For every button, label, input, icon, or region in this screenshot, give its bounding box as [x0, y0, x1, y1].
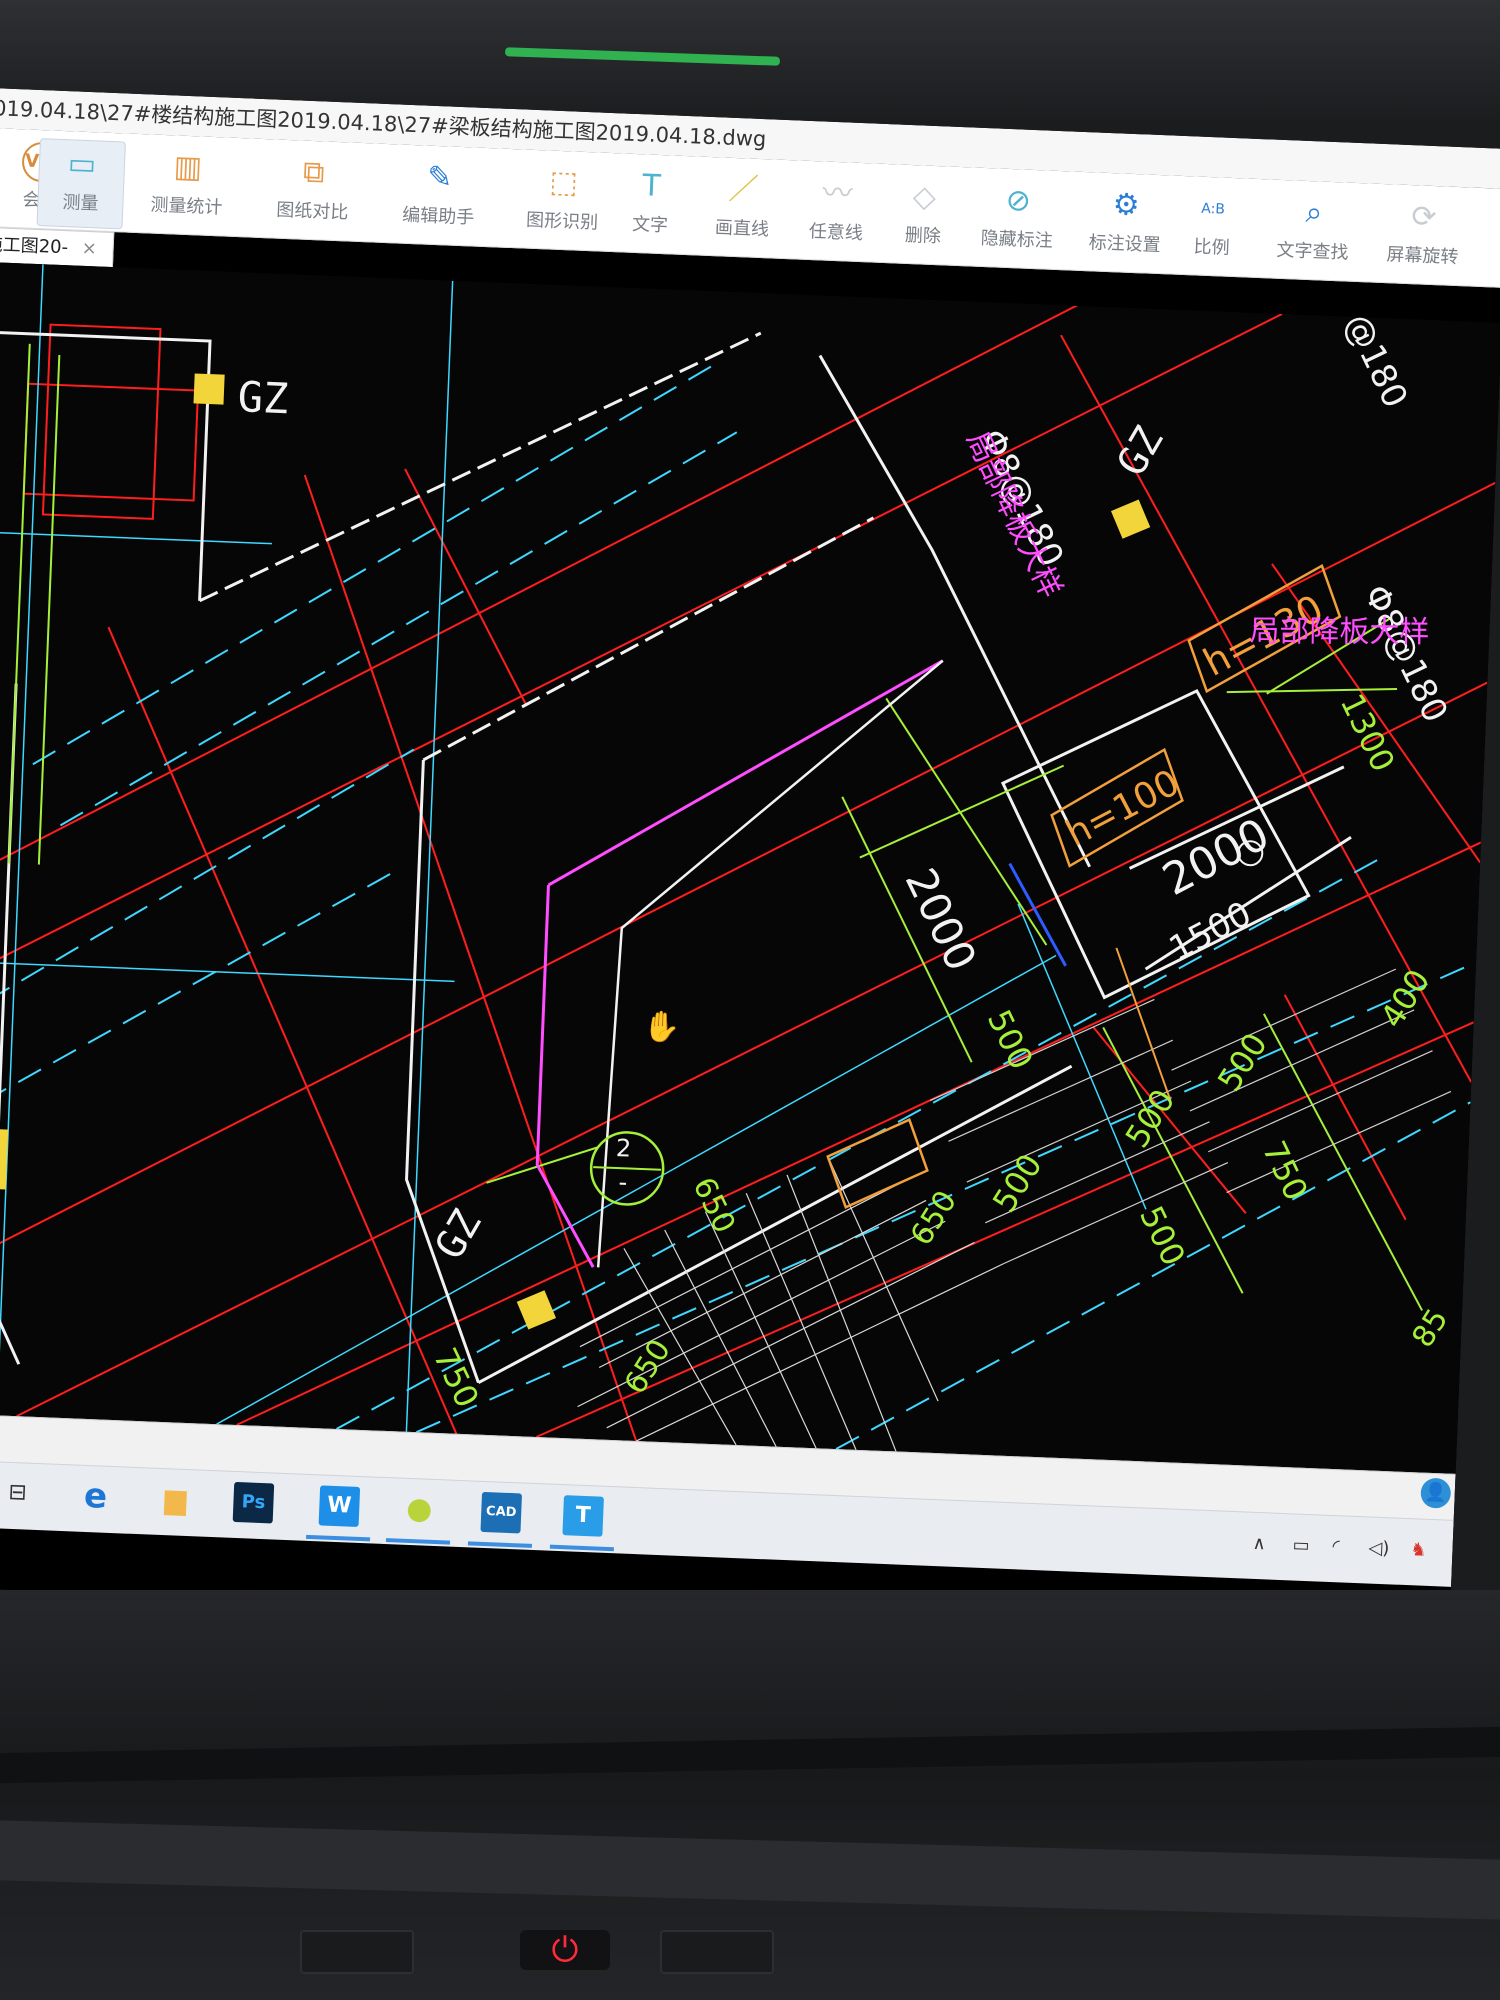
battery-icon[interactable]: ▭ — [1292, 1534, 1310, 1556]
opening-outline-magenta — [535, 884, 595, 1268]
wifi-icon[interactable]: ◜ — [1332, 1536, 1340, 1557]
drawing-canvas[interactable]: GZ GZ GZ Φ8@180 Φ8@180 @180 h=130 h=100 … — [0, 261, 1500, 1474]
toolbar-label: 测量 — [62, 192, 99, 215]
cad-drawing — [0, 261, 1496, 1452]
free-line-button[interactable]: 〰 任意线 — [790, 168, 883, 258]
keyboard-key — [660, 1930, 774, 1974]
gz-label: GZ — [236, 372, 290, 424]
section-sub: - — [618, 1168, 628, 1197]
toolbar-label: 画直线 — [714, 217, 770, 241]
hide-annotation-icon: ⊘ — [1005, 182, 1032, 219]
toolbar-label: 文字查找 — [1276, 239, 1349, 264]
hand-pan-cursor-icon: ✋ — [642, 1008, 681, 1046]
scale-button[interactable]: A:B 比例 — [1176, 184, 1249, 273]
measure-button[interactable]: ▭ 测量 — [36, 138, 126, 230]
eraser-icon: ◇ — [912, 179, 937, 216]
task-view-icon[interactable]: ⊟ — [0, 1472, 38, 1514]
text-search-icon: ⌕ — [1304, 194, 1324, 231]
camera-indicator-light — [504, 47, 781, 66]
measure-stats-icon: ▥ — [173, 149, 203, 186]
toolbar-label: 测量统计 — [150, 194, 223, 219]
rotate-screen-button[interactable]: ⟳ 屏幕旋转 — [1372, 192, 1475, 282]
wps-icon[interactable]: W — [318, 1485, 361, 1527]
edit-assistant-button[interactable]: ✎ 编辑助手 — [382, 152, 495, 242]
ball-app-icon[interactable]: ● — [399, 1489, 441, 1531]
beam-lines-red — [0, 261, 1496, 1442]
opening-edge-white — [596, 659, 944, 1268]
edge-icon[interactable]: e — [75, 1476, 117, 1518]
gz-columns — [0, 373, 1151, 1330]
opening-edge-magenta — [547, 659, 944, 887]
assistant-icon[interactable]: 👤 — [1420, 1477, 1452, 1509]
text-search-button[interactable]: ⌕ 文字查找 — [1262, 187, 1365, 277]
shape-recognize-button[interactable]: ⬚ 图形识别 — [506, 157, 619, 247]
volume-icon[interactable]: ◁) — [1368, 1538, 1390, 1560]
toolbar-label: 删除 — [904, 224, 942, 248]
document-tab-label: 施工图20- — [0, 233, 69, 259]
compare-drawings-button[interactable]: ⧉ 图纸对比 — [256, 147, 369, 237]
text-icon: T — [641, 168, 662, 204]
toolbar-label: 文字 — [631, 213, 669, 237]
annotation-settings-button[interactable]: ⚙ 标注设置 — [1074, 180, 1177, 270]
keyboard-key — [300, 1930, 414, 1974]
toolbar-label: 标注设置 — [1088, 232, 1162, 257]
photoshop-icon[interactable]: Ps — [232, 1481, 275, 1524]
toolbar-label: 图形识别 — [525, 209, 599, 234]
rotate-screen-icon: ⟳ — [1410, 199, 1438, 236]
ruler-icon: ▭ — [67, 146, 97, 183]
delete-button[interactable]: ◇ 删除 — [882, 172, 965, 261]
text-button[interactable]: T 文字 — [604, 161, 697, 251]
axis-lines-cyan — [0, 360, 1477, 1450]
hatch-area-diagonal — [929, 968, 1452, 1265]
t-app-icon[interactable]: T — [562, 1495, 604, 1537]
toolbar-label: 任意线 — [808, 220, 864, 245]
section-number: 2 — [615, 1133, 632, 1163]
toolbar-label: 比例 — [1193, 236, 1230, 259]
file-explorer-icon[interactable]: ▆ — [155, 1479, 197, 1521]
qq-icon[interactable]: ♞ — [1410, 1539, 1427, 1561]
cad-viewer-icon[interactable]: CAD — [480, 1491, 523, 1534]
edit-assistant-icon: ✎ — [426, 159, 454, 196]
power-button-icon[interactable]: ⏻ — [520, 1930, 610, 1970]
document-tab[interactable]: 施工图20- × — [0, 226, 115, 268]
freeline-icon: 〰 — [821, 175, 854, 212]
draw-line-button[interactable]: ／ 画直线 — [696, 165, 789, 255]
compare-icon: ⧉ — [302, 154, 326, 191]
hide-annotation-button[interactable]: ⊘ 隐藏标注 — [966, 175, 1069, 265]
toolbar-label: 编辑助手 — [401, 204, 475, 229]
close-icon[interactable]: × — [81, 238, 97, 260]
toolbar-label: 屏幕旋转 — [1386, 244, 1459, 269]
measure-stats-button[interactable]: ▥ 测量统计 — [131, 142, 244, 232]
shape-recognize-icon: ⬚ — [548, 164, 579, 201]
tray-expand-icon[interactable]: ∧ — [1252, 1533, 1266, 1555]
annotation-settings-icon: ⚙ — [1112, 187, 1141, 224]
toolbar-label: 隐藏标注 — [980, 227, 1054, 252]
scale-icon: A:B — [1200, 200, 1226, 218]
line-icon: ／ — [727, 171, 760, 208]
toolbar-label: 图纸对比 — [275, 199, 349, 224]
detail-label: 局部降板大样 — [1249, 614, 1430, 651]
laptop-screen: 019.04.18\27#楼结构施工图2019.04.18\27#梁板结构施工图… — [0, 88, 1500, 1648]
